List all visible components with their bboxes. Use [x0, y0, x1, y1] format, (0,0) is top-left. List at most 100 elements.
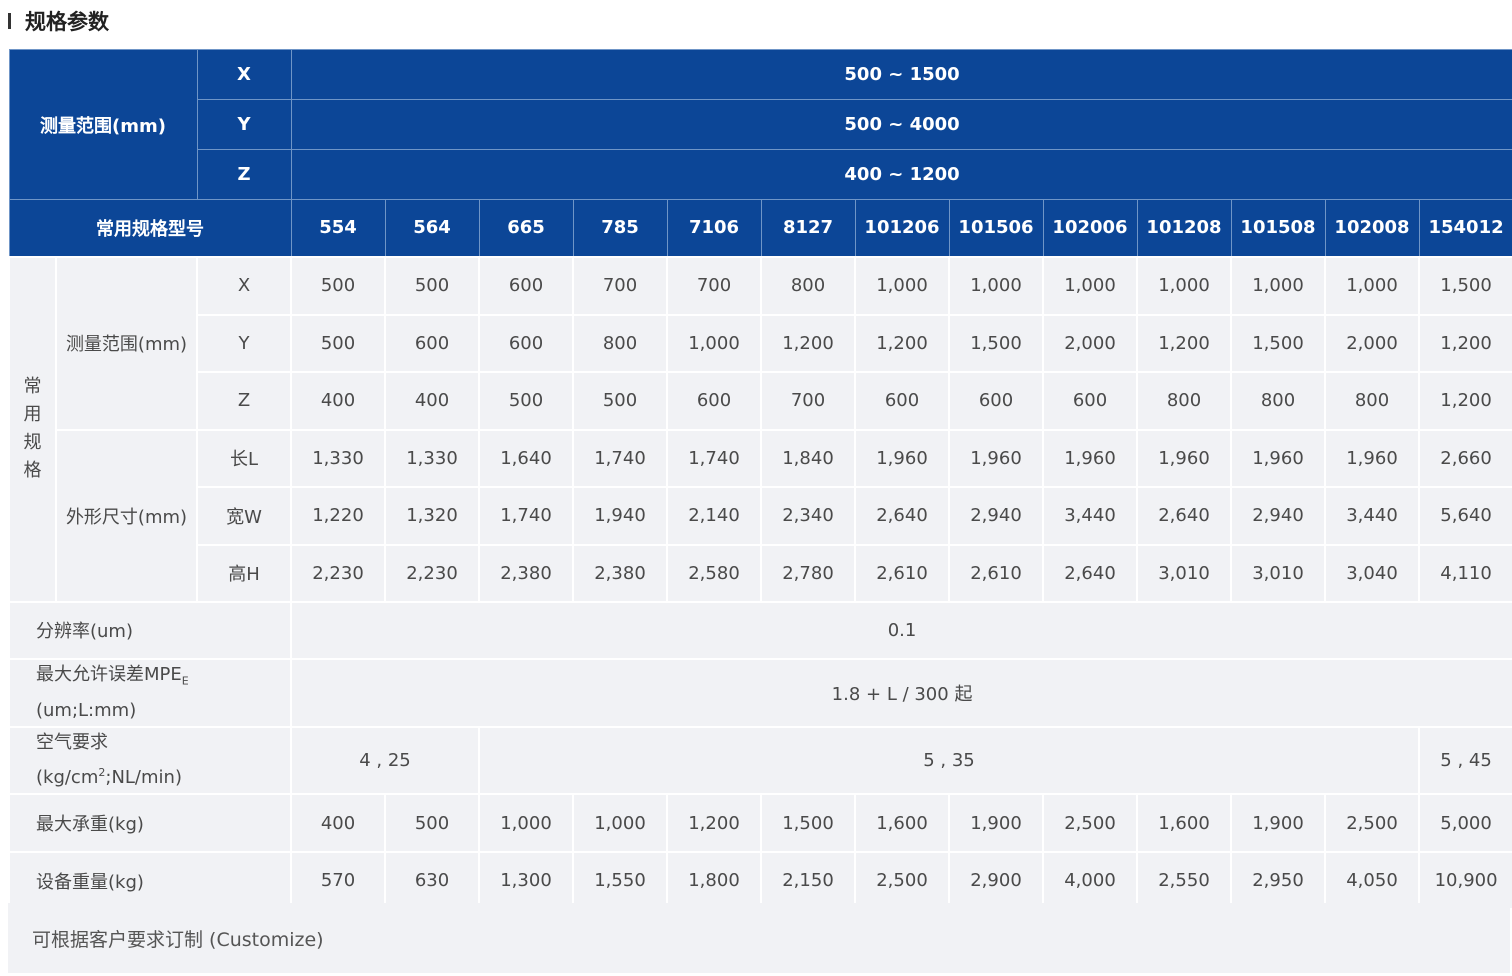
value-cell: 700 [572, 255, 668, 316]
value-cell: 2,230 [290, 543, 386, 603]
mpe-label: 最大允许误差MPEE (um;L:mm) [8, 657, 292, 729]
value-cell: 800 [1136, 370, 1232, 431]
value-cell: 600 [948, 370, 1044, 431]
value-cell: 600 [666, 370, 762, 431]
row-range-x: 常用规格 测量范围(mm) X 500 500 600 700 700 800 … [8, 255, 1512, 603]
value-cell: 1,200 [1417, 313, 1512, 373]
row-label: 高H [196, 543, 292, 603]
customize-note-text: 可根据客户要求订制 (Customize) [32, 928, 324, 951]
row-label: Y [196, 313, 292, 373]
header-axis-z: Z [196, 149, 292, 200]
value-cell: 1,000 [1136, 255, 1232, 316]
value-cell: 700 [760, 370, 856, 431]
value-cell: 500 [572, 370, 668, 431]
header-row-x: 测量范围(mm) X 500 ~ 1500 [8, 49, 1512, 200]
model-cell: 154012 [1418, 199, 1512, 257]
model-cell: 665 [478, 199, 574, 257]
value-cell: 2,340 [760, 485, 856, 546]
air-label: 空气要求 (kg/cm2;NL/min) [8, 726, 292, 796]
value-cell: 1,960 [854, 428, 950, 488]
value-cell: 1,000 [948, 255, 1044, 316]
title-accent-bar [8, 13, 11, 29]
value-cell: 2,940 [1230, 485, 1326, 546]
row-dim-width: 宽W 1,220 1,320 1,740 1,940 2,140 2,340 2… [9, 485, 1512, 546]
value-cell: 1,940 [572, 485, 668, 546]
row-weight: 设备重量(kg) 570 630 1,300 1,550 1,800 2,150… [8, 851, 1512, 911]
model-cell: 101508 [1230, 199, 1326, 257]
value-cell: 2,610 [948, 543, 1044, 603]
model-cell: 564 [384, 199, 480, 257]
value-cell: 1,200 [854, 313, 950, 373]
value-cell: 2,640 [1136, 485, 1232, 546]
row-label: Z [196, 370, 292, 431]
customize-note: 可根据客户要求订制 (Customize) [8, 903, 1510, 973]
value-cell: 1,330 [290, 428, 386, 488]
value-cell: 1,960 [948, 428, 1044, 488]
header-row-z: Z 400 ~ 1200 [9, 149, 1512, 200]
value-cell: 1,000 [572, 793, 668, 854]
value-cell: 1,320 [384, 485, 480, 546]
value-cell: 1,640 [478, 428, 574, 488]
model-cell: 102008 [1324, 199, 1420, 257]
value-cell: 500 [290, 255, 386, 316]
value-cell: 1,200 [1136, 313, 1232, 373]
value-cell: 1,740 [666, 428, 762, 488]
value-cell: 1,900 [948, 793, 1044, 854]
model-cell: 8127 [760, 199, 856, 257]
row-label: X [196, 255, 292, 316]
value-cell: 10,900 [1417, 851, 1512, 911]
value-cell: 1,000 [1042, 255, 1138, 316]
value-cell: 630 [384, 851, 480, 911]
models-label: 常用规格型号 [8, 199, 292, 257]
value-cell: 3,040 [1324, 543, 1420, 603]
value-cell: 2,640 [854, 485, 950, 546]
value-cell: 400 [290, 793, 386, 854]
value-cell: 1,960 [1136, 428, 1232, 488]
value-cell: 1,300 [478, 851, 574, 911]
header-models-row: 常用规格型号 554 564 665 785 7106 8127 101206 … [8, 199, 1512, 257]
header-range-label: 测量范围(mm) [8, 49, 198, 200]
value-cell: 4,110 [1417, 543, 1512, 603]
model-cell: 785 [572, 199, 668, 257]
value-cell: 500 [384, 255, 480, 316]
value-cell: 2,500 [1324, 793, 1420, 854]
value-cell: 2,640 [1042, 543, 1138, 603]
value-cell: 2,580 [666, 543, 762, 603]
value-cell: 1,200 [760, 313, 856, 373]
value-cell: 1,500 [1230, 313, 1326, 373]
value-cell: 1,500 [760, 793, 856, 854]
header-range-x: 500 ~ 1500 [290, 49, 1512, 100]
header-axis-y: Y [196, 99, 292, 150]
value-cell: 1,740 [572, 428, 668, 488]
value-cell: 2,900 [948, 851, 1044, 911]
value-cell: 2,550 [1136, 851, 1232, 911]
weight-label: 设备重量(kg) [8, 851, 292, 911]
value-cell: 2,780 [760, 543, 856, 603]
row-label: 宽W [196, 485, 292, 546]
value-cell: 2,500 [854, 851, 950, 911]
common-spec-group-label: 常用规格 [8, 255, 57, 603]
value-cell: 1,200 [666, 793, 762, 854]
value-cell: 1,550 [572, 851, 668, 911]
value-cell: 2,950 [1230, 851, 1326, 911]
value-cell: 3,440 [1324, 485, 1420, 546]
max-load-label: 最大承重(kg) [8, 793, 292, 854]
value-cell: 600 [854, 370, 950, 431]
spec-table: 测量范围(mm) X 500 ~ 1500 Y 500 ~ 4000 Z 400… [8, 49, 1512, 911]
value-cell: 4,050 [1324, 851, 1420, 911]
air-value: 5 , 35 [478, 726, 1420, 796]
value-cell: 800 [1324, 370, 1420, 431]
model-cell: 101506 [948, 199, 1044, 257]
header-range-y: 500 ~ 4000 [290, 99, 1512, 150]
value-cell: 1,000 [666, 313, 762, 373]
value-cell: 500 [384, 793, 480, 854]
section-title-text: 规格参数 [25, 10, 109, 34]
value-cell: 1,740 [478, 485, 574, 546]
value-cell: 700 [666, 255, 762, 316]
value-cell: 600 [478, 313, 574, 373]
value-cell: 5,000 [1417, 793, 1512, 854]
value-cell: 1,000 [1230, 255, 1326, 316]
row-resolution: 分辨率(um) 0.1 [8, 600, 1512, 660]
row-mpe: 最大允许误差MPEE (um;L:mm) 1.8 + L / 300 起 [8, 657, 1512, 729]
value-cell: 1,840 [760, 428, 856, 488]
